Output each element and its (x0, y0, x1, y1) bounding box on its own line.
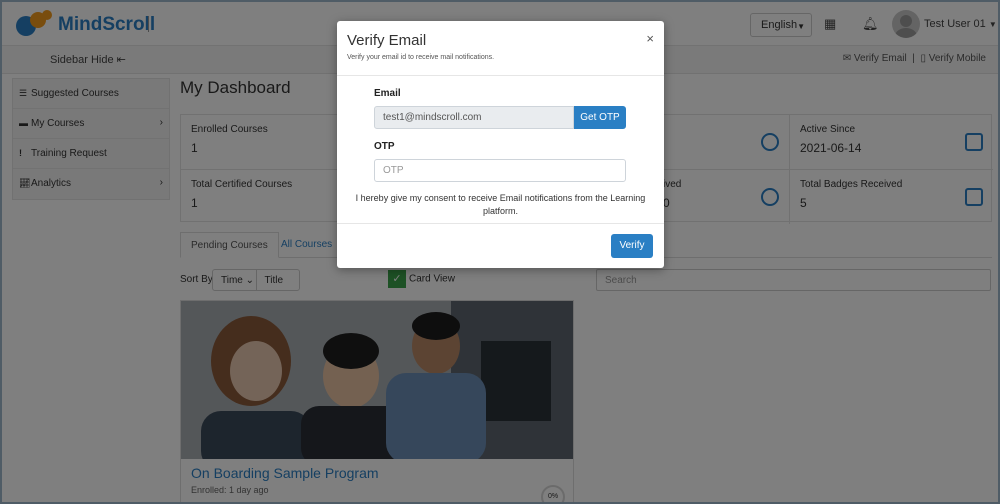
verify-button[interactable]: Verify (611, 234, 653, 258)
get-otp-button[interactable]: Get OTP (574, 106, 626, 129)
consent-text: I hereby give my consent to receive Emai… (355, 193, 646, 216)
verify-email-modal: Verify Email Verify your email id to rec… (337, 21, 664, 268)
modal-header: Verify Email Verify your email id to rec… (337, 21, 664, 76)
modal-title: Verify Email (347, 32, 427, 49)
modal-subtitle: Verify your email id to receive mail not… (347, 54, 495, 61)
email-label: Email (374, 88, 401, 99)
modal-footer: Verify (337, 223, 664, 268)
email-field[interactable]: test1@mindscroll.com (374, 106, 574, 129)
otp-input[interactable]: OTP (374, 159, 626, 182)
close-icon[interactable]: × (646, 31, 654, 46)
otp-label: OTP (374, 141, 395, 152)
